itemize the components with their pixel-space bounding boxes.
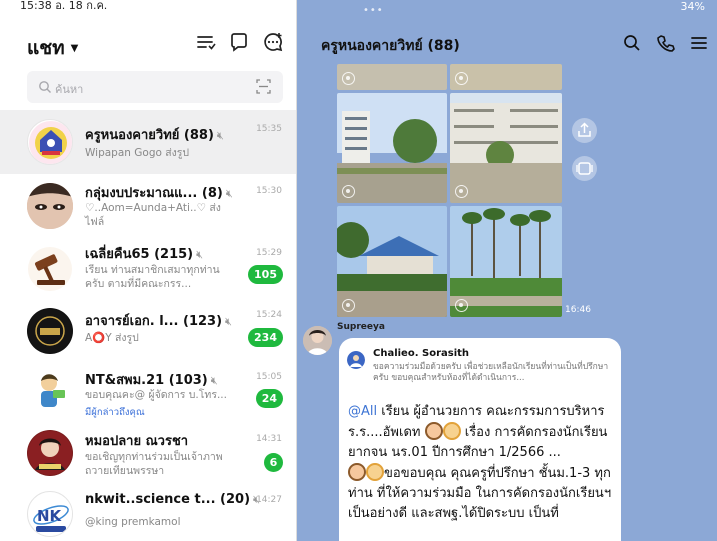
mute-icon: 🔇︎ bbox=[210, 374, 218, 387]
message-bubble[interactable]: Chalieo. Sorasith ขอความร่วมมือด้วยครับ … bbox=[339, 338, 621, 541]
message-time: 16:46 bbox=[565, 305, 591, 315]
open-chat-icon[interactable] bbox=[228, 31, 250, 53]
reply-author: Chalieo. Sorasith bbox=[373, 348, 470, 359]
chat-preview: ขอเชิญทุกท่านร่วมเป็นเจ้าภาพถวายเทียนพรร… bbox=[85, 451, 223, 477]
unread-badge: 234 bbox=[248, 328, 283, 347]
chat-time: 15:35 bbox=[256, 124, 282, 134]
avatar bbox=[27, 430, 73, 476]
chat-name: กลุ่มงบประมาณแ... (8) 🔇︎ bbox=[85, 186, 233, 201]
photo-icon bbox=[455, 299, 468, 312]
chat-list-panel: 15:38 อ. 18 ก.ค. แชท ▼ ค้นหา ครูหนองคายว… bbox=[0, 0, 297, 541]
chat-name: NT&สพม.21 (103) 🔇︎ bbox=[85, 373, 218, 388]
chat-name: nkwit..science t... (20) 🔇︎ bbox=[85, 492, 260, 507]
chat-preview: ขอบคุณคะ@ ผู้จัดการ บ.โทร... bbox=[85, 389, 227, 401]
menu-icon[interactable] bbox=[689, 33, 709, 53]
chat-item-nt-spm21[interactable]: NT&สพม.21 (103) 🔇︎ ขอบคุณคะ@ ผู้จัดการ บ.… bbox=[0, 360, 296, 420]
chat-time: 14:31 bbox=[256, 434, 282, 444]
chat-name: หมอปลาย ณวรชา bbox=[85, 434, 189, 449]
face-emoji bbox=[366, 463, 384, 481]
avatar bbox=[27, 183, 73, 229]
battery-status: 34% bbox=[680, 0, 705, 13]
chat-item-mor-plai[interactable]: หมอปลาย ณวรชา ขอเชิญทุกท่านร่วมเป็นเจ้าภ… bbox=[0, 420, 296, 482]
line-app: 15:38 อ. 18 ก.ค. แชท ▼ ค้นหา ครูหนองคายว… bbox=[0, 0, 717, 541]
chat-preview: ♡..Aom=Aunda+Ati..♡ ส่งไฟล์ bbox=[85, 202, 221, 228]
call-icon[interactable] bbox=[656, 33, 676, 53]
svg-text:NK: NK bbox=[37, 507, 63, 525]
avatar bbox=[27, 119, 73, 165]
room-title[interactable]: ครูหนองคายวิทย์ (88) bbox=[321, 35, 460, 57]
new-chat-icon[interactable] bbox=[262, 31, 284, 53]
chat-time: 15:24 bbox=[256, 310, 282, 320]
photo-icon bbox=[455, 72, 468, 85]
share-icon bbox=[578, 122, 591, 137]
avatar: NK bbox=[27, 491, 73, 537]
photo-thumbnail[interactable] bbox=[337, 93, 447, 203]
mention-all[interactable]: @All bbox=[348, 404, 377, 419]
mute-icon: 🔇︎ bbox=[196, 248, 204, 261]
avatar bbox=[27, 368, 73, 414]
chat-item-ajarn-ek[interactable]: อาจารย์เอก. l... (123) 🔇︎ A⭕Y ส่งรูป 15:2… bbox=[0, 302, 296, 360]
chat-item-budget-group[interactable]: กลุ่มงบประมาณแ... (8) 🔇︎ ♡..Aom=Aunda+Ati… bbox=[0, 174, 296, 238]
chat-item-refund65[interactable]: เฉลี่ยคืน65 (215) 🔇︎ เรียน ท่านสมาชิกเสมา… bbox=[0, 238, 296, 302]
photo-thumbnail[interactable] bbox=[337, 206, 447, 317]
reply-preview[interactable]: Chalieo. Sorasith ขอความร่วมมือด้วยครับ … bbox=[347, 348, 613, 388]
photo-thumbnail[interactable] bbox=[337, 64, 447, 90]
sender-name: Supreeya bbox=[337, 322, 385, 332]
avatar[interactable] bbox=[303, 326, 332, 355]
chevron-down-icon: ▼ bbox=[70, 42, 79, 54]
search-icon bbox=[39, 81, 51, 93]
face-emoji bbox=[442, 422, 461, 440]
chat-item-nkwit-science[interactable]: NK nkwit..science t... (20) 🔇︎ @king prem… bbox=[0, 482, 296, 541]
chat-preview: เรียน ท่านสมาชิกเสมาทุกท่านครับ ตามที่มี… bbox=[85, 264, 220, 290]
search-bar[interactable]: ค้นหา bbox=[27, 71, 283, 103]
photo-thumbnail[interactable] bbox=[450, 93, 562, 203]
chat-room-panel: ••• 34% ครูหนองคายวิทย์ (88) 16:46 Supre… bbox=[297, 0, 717, 541]
mute-icon: 🔇︎ bbox=[216, 129, 224, 142]
avatar bbox=[27, 246, 73, 292]
chat-name: อาจารย์เอก. l... (123) 🔇︎ bbox=[85, 314, 232, 329]
unread-badge: 24 bbox=[255, 389, 283, 408]
chat-name: ครูหนองคายวิทย์ (88) 🔇︎ bbox=[85, 128, 224, 143]
qr-scan-icon[interactable] bbox=[256, 79, 271, 94]
chat-name: เฉลี่ยคืน65 (215) 🔇︎ bbox=[85, 247, 204, 262]
keep-button[interactable] bbox=[572, 156, 597, 181]
status-time: 15:38 อ. 18 ก.ค. bbox=[20, 0, 108, 12]
reply-text: ขอความร่วมมือด้วยครับ เพื่อช่วยเหลือนักเ… bbox=[373, 362, 609, 383]
chat-preview: A⭕Y ส่งรูป bbox=[85, 332, 139, 344]
filter-list-icon[interactable] bbox=[195, 31, 217, 53]
photo-icon bbox=[342, 299, 355, 312]
unread-badge: 105 bbox=[248, 265, 283, 284]
mention-label: มีผู้กล่าวถึงคุณ bbox=[85, 407, 145, 418]
chat-time: 15:05 bbox=[256, 372, 282, 382]
chats-title: แชท bbox=[27, 37, 65, 59]
face-emoji bbox=[348, 463, 366, 481]
chats-title-dropdown[interactable]: แชท ▼ bbox=[27, 33, 78, 63]
photo-icon bbox=[342, 72, 355, 85]
message-text: @All เรียน ผู้อำนวยการ คณะกรรมการบริหารร… bbox=[348, 404, 612, 521]
chat-preview: Wipapan Gogo ส่งรูป bbox=[85, 147, 190, 159]
album-icon bbox=[576, 162, 593, 175]
face-emoji bbox=[424, 422, 443, 440]
avatar bbox=[27, 308, 73, 354]
search-icon[interactable] bbox=[622, 33, 642, 53]
search-input[interactable]: ค้นหา bbox=[55, 80, 83, 98]
share-button[interactable] bbox=[572, 118, 597, 143]
chat-preview: @king premkamol bbox=[85, 516, 181, 528]
chat-time: 15:30 bbox=[256, 186, 282, 196]
mute-icon: 🔇︎ bbox=[225, 187, 233, 200]
chat-time: 14:27 bbox=[256, 495, 282, 505]
chat-time: 15:29 bbox=[256, 248, 282, 258]
avatar bbox=[347, 351, 365, 369]
photo-icon bbox=[342, 185, 355, 198]
chat-item-kru-nongkhai[interactable]: ครูหนองคายวิทย์ (88) 🔇︎ Wipapan Gogo ส่งร… bbox=[0, 110, 296, 174]
photo-thumbnail[interactable] bbox=[450, 64, 562, 90]
photo-thumbnail[interactable] bbox=[450, 206, 562, 317]
multitask-dots[interactable]: ••• bbox=[363, 5, 384, 16]
unread-badge: 6 bbox=[264, 453, 283, 472]
photo-icon bbox=[455, 185, 468, 198]
mute-icon: 🔇︎ bbox=[225, 315, 232, 328]
